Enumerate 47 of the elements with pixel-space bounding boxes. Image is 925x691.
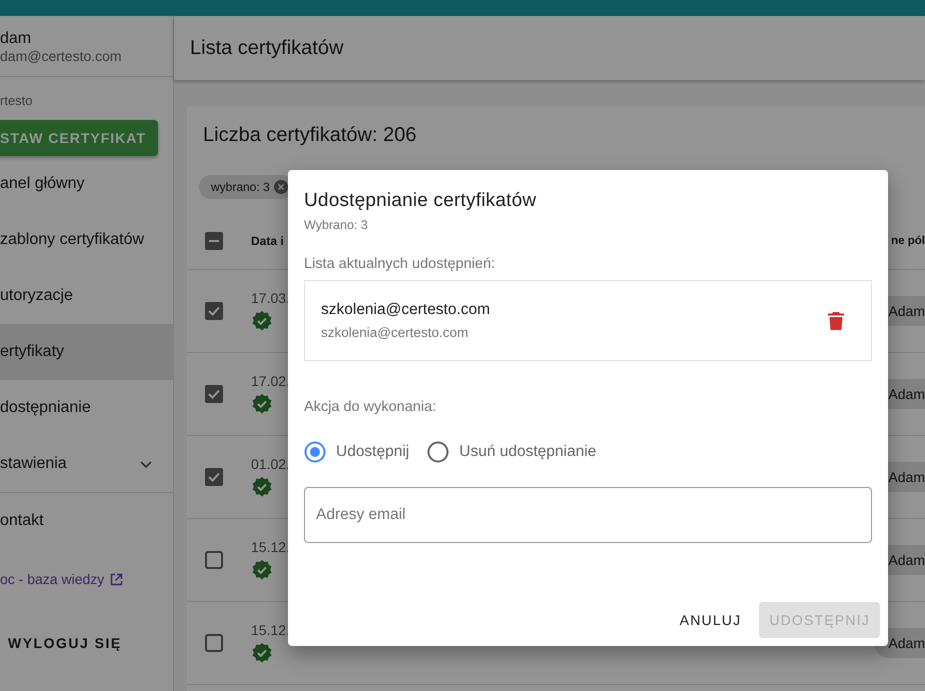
card-title: Liczba certyfikatów: 206: [203, 124, 418, 147]
organization-name: rtesto: [0, 93, 34, 108]
nav-group[interactable]: stawienia: [0, 436, 173, 492]
dialog-title: Udostępnianie certyfikatów: [304, 190, 538, 212]
radio-button[interactable]: [304, 441, 326, 463]
radio-option[interactable]: Udostępnij: [304, 441, 410, 463]
nav-item[interactable]: dostępnianie: [0, 380, 173, 436]
date-cell: 17.03.: [251, 290, 290, 306]
verified-badge-icon: [251, 310, 273, 332]
nav-item[interactable]: zablony certyfikatów: [0, 212, 173, 268]
dialog-subtitle: Wybrano: 3: [304, 218, 369, 232]
help-link[interactable]: oc - baza wiedzy: [0, 549, 173, 609]
delete-icon[interactable]: [828, 312, 844, 330]
external-link-icon: [110, 572, 124, 586]
page-title: Lista certyfikatów: [190, 36, 344, 60]
column-header[interactable]: Data i: [251, 234, 284, 248]
date-cell: 01.02.: [251, 456, 290, 472]
email-field[interactable]: Adresy email: [304, 487, 872, 543]
nav-item[interactable]: utoryzacje: [0, 268, 173, 324]
verified-badge-icon: [251, 476, 273, 498]
row-checkbox[interactable]: [205, 468, 223, 486]
user-name: dam: [0, 30, 32, 48]
date-cell: 17.02.: [251, 373, 290, 389]
row-checkbox[interactable]: [205, 634, 223, 652]
select-all-checkbox[interactable]: [205, 232, 223, 250]
verified-badge-icon: [251, 559, 273, 581]
cancel-button[interactable]: ANULUJ: [670, 602, 752, 638]
user-email: dam@certesto.com: [0, 48, 123, 64]
row-checkbox[interactable]: [205, 385, 223, 403]
share-email: szkolenia@certesto.com: [321, 301, 490, 319]
column-header[interactable]: ne pól: [891, 235, 925, 247]
action-label: Akcja do wykonania:: [304, 399, 438, 415]
close-icon[interactable]: [274, 180, 288, 194]
logout-button[interactable]: WYLOGUJ SIĘ: [0, 625, 122, 661]
verified-badge-icon: [251, 393, 273, 415]
date-cell: 15.12.: [251, 622, 290, 638]
nav-item[interactable]: anel główny: [0, 156, 173, 212]
radio-button[interactable]: [427, 441, 450, 463]
row-checkbox[interactable]: [205, 302, 223, 320]
nav-item[interactable]: ertyfikaty: [0, 324, 173, 380]
radio-option[interactable]: Usuń udostępnianie: [427, 441, 596, 463]
share-subtitle: szkolenia@certesto.com: [321, 325, 470, 340]
verified-badge-icon: [251, 642, 273, 664]
date-cell: 15.12.: [251, 539, 290, 555]
list-label: Lista aktualnych udostępnień:: [304, 256, 496, 272]
row-checkbox[interactable]: [205, 551, 223, 569]
nav-item[interactable]: ontakt: [0, 493, 173, 549]
